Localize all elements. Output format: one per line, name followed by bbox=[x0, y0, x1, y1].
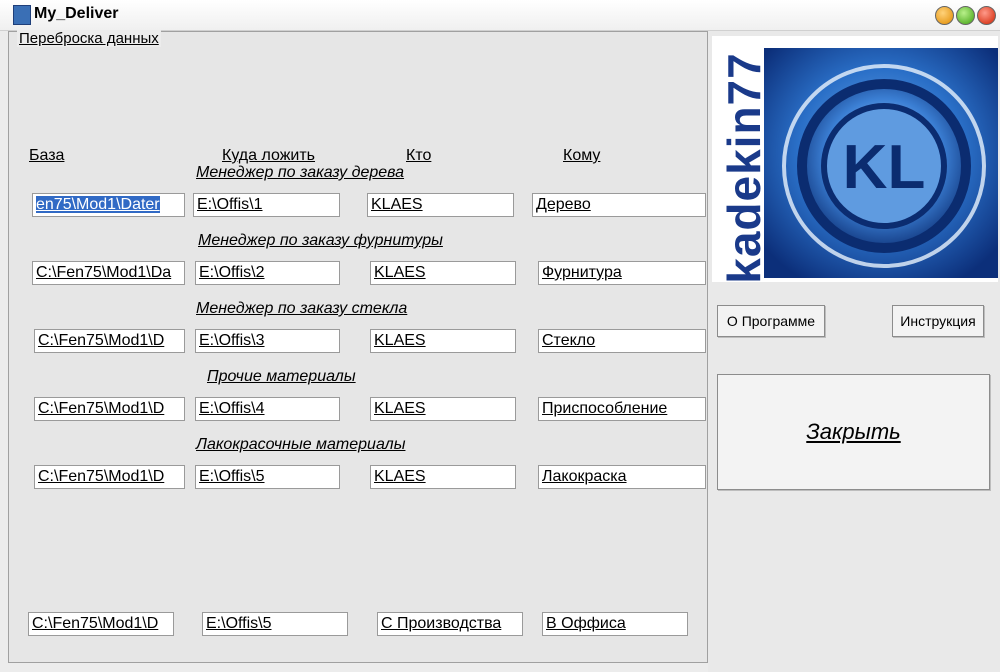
whom-value: Дерево bbox=[536, 196, 591, 213]
logo-emblem-text: KL bbox=[843, 133, 926, 202]
dest-path-input[interactable]: E:\Offis\1 bbox=[193, 193, 340, 217]
row-caption: Прочие материалы bbox=[207, 368, 356, 385]
who-value: KLAES bbox=[374, 264, 426, 281]
row-caption: Менеджер по заказу фурнитуры bbox=[198, 232, 443, 249]
whom-input[interactable]: Дерево bbox=[532, 193, 706, 217]
close-window-button[interactable] bbox=[977, 6, 996, 25]
dest-path-value: E:\Offis\1 bbox=[197, 196, 263, 213]
close-button-label: Закрыть bbox=[806, 419, 901, 444]
header-who: Кто bbox=[406, 147, 432, 164]
maximize-button[interactable] bbox=[956, 6, 975, 25]
header-base: База bbox=[29, 147, 65, 164]
base-path-input[interactable]: en75\Mod1\Dater bbox=[32, 193, 185, 217]
who-value: KLAES bbox=[374, 400, 426, 417]
whom-input[interactable]: Фурнитура bbox=[538, 261, 706, 285]
bottom-whom-input[interactable]: В Оффиса bbox=[542, 612, 688, 636]
whom-value: Приспособление bbox=[542, 400, 668, 417]
dest-path-input[interactable]: E:\Offis\4 bbox=[195, 397, 340, 421]
bottom-who-value: С Производства bbox=[381, 615, 502, 632]
help-button[interactable]: Инструкция bbox=[892, 305, 984, 337]
who-value: KLAES bbox=[374, 468, 426, 485]
bottom-whom-value: В Оффиса bbox=[546, 615, 626, 632]
logo-emblem-icon: KL bbox=[764, 48, 998, 278]
who-input[interactable]: KLAES bbox=[367, 193, 514, 217]
whom-value: Фурнитура bbox=[542, 264, 622, 281]
title-bar[interactable]: My_Deliver bbox=[0, 0, 1000, 31]
minimize-button[interactable] bbox=[935, 6, 954, 25]
whom-input[interactable]: Стекло bbox=[538, 329, 706, 353]
base-path-value: C:\Fen75\Mod1\D bbox=[38, 468, 165, 485]
base-path-input[interactable]: C:\Fen75\Mod1\Da bbox=[32, 261, 185, 285]
dest-path-value: E:\Offis\5 bbox=[199, 468, 265, 485]
header-dest: Куда ложить bbox=[222, 147, 316, 164]
base-path-input[interactable]: C:\Fen75\Mod1\D bbox=[34, 329, 185, 353]
group-legend: Переброска данных bbox=[17, 30, 161, 47]
whom-input[interactable]: Приспособление bbox=[538, 397, 706, 421]
close-button[interactable]: Закрыть bbox=[717, 374, 990, 490]
whom-input[interactable]: Лакокраска bbox=[538, 465, 706, 489]
dest-path-value: E:\Offis\2 bbox=[199, 264, 265, 281]
bottom-dest-input[interactable]: E:\Offis\5 bbox=[202, 612, 348, 636]
bottom-base-value: C:\Fen75\Mod1\D bbox=[32, 615, 159, 632]
dest-path-input[interactable]: E:\Offis\3 bbox=[195, 329, 340, 353]
row-caption: Менеджер по заказу стекла bbox=[196, 300, 408, 317]
app-window: My_Deliver Переброска данных База Куда л… bbox=[0, 0, 1000, 672]
base-path-value: C:\Fen75\Mod1\Da bbox=[36, 264, 172, 281]
base-path-input[interactable]: C:\Fen75\Mod1\D bbox=[34, 465, 185, 489]
app-icon bbox=[13, 5, 31, 25]
header-whom: Кому bbox=[563, 147, 601, 164]
dest-path-input[interactable]: E:\Offis\2 bbox=[195, 261, 340, 285]
base-path-value: en75\Mod1\Dater bbox=[36, 196, 160, 213]
row-caption: Лакокрасочные материалы bbox=[196, 436, 406, 453]
bottom-dest-value: E:\Offis\5 bbox=[206, 615, 272, 632]
logo-text: kadekin77 bbox=[718, 52, 770, 282]
dest-path-value: E:\Offis\4 bbox=[199, 400, 265, 417]
who-value: KLAES bbox=[374, 332, 426, 349]
dest-path-value: E:\Offis\3 bbox=[199, 332, 265, 349]
dest-path-input[interactable]: E:\Offis\5 bbox=[195, 465, 340, 489]
base-path-value: C:\Fen75\Mod1\D bbox=[38, 400, 165, 417]
whom-value: Лакокраска bbox=[542, 468, 627, 485]
who-input[interactable]: KLAES bbox=[370, 329, 516, 353]
bottom-who-input[interactable]: С Производства bbox=[377, 612, 523, 636]
bottom-base-input[interactable]: C:\Fen75\Mod1\D bbox=[28, 612, 174, 636]
who-input[interactable]: KLAES bbox=[370, 397, 516, 421]
window-title: My_Deliver bbox=[34, 5, 119, 22]
base-path-value: C:\Fen75\Mod1\D bbox=[38, 332, 165, 349]
who-input[interactable]: KLAES bbox=[370, 465, 516, 489]
logo: kadekin77 KL bbox=[712, 36, 998, 282]
whom-value: Стекло bbox=[542, 332, 596, 349]
base-path-input[interactable]: C:\Fen75\Mod1\D bbox=[34, 397, 185, 421]
about-button[interactable]: О Программе bbox=[717, 305, 825, 337]
who-input[interactable]: KLAES bbox=[370, 261, 516, 285]
row-caption: Менеджер по заказу дерева bbox=[196, 164, 405, 181]
who-value: KLAES bbox=[371, 196, 423, 213]
